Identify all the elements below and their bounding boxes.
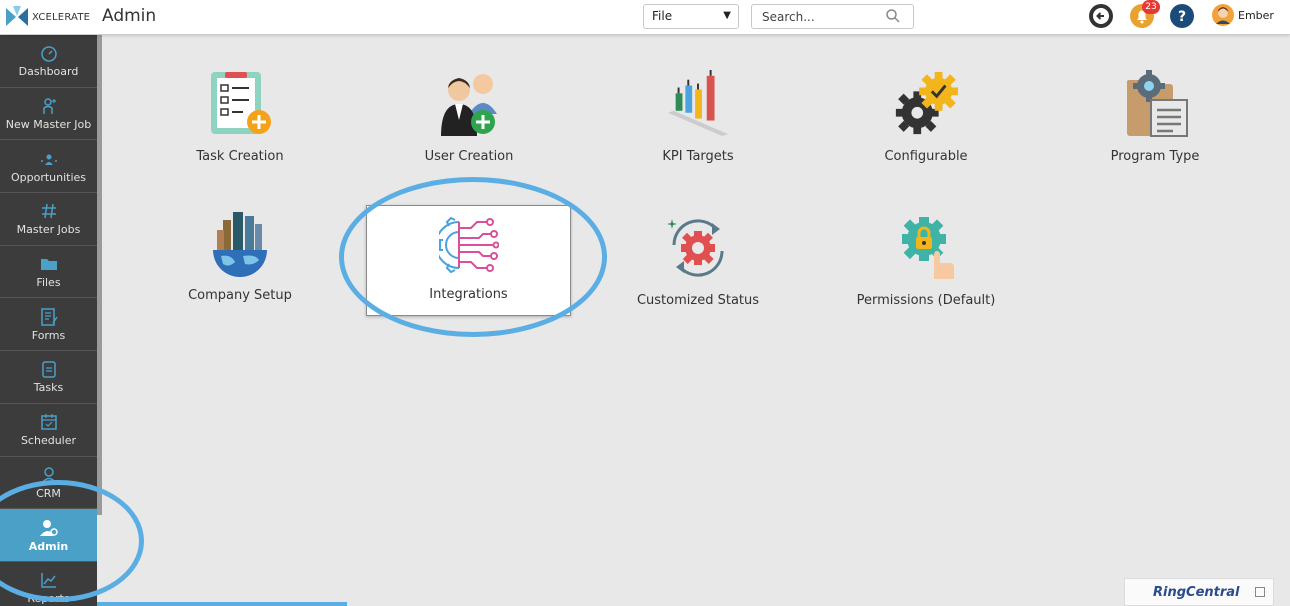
sidebar-item-label: Master Jobs <box>16 223 81 237</box>
top-bar: XCELERATE Admin File ▼ Search... 23 ? Em… <box>0 0 1290 35</box>
sidebar-item-label: Admin <box>28 539 69 553</box>
permissions-lock-gear-icon <box>902 217 954 279</box>
sidebar-item-label: Reports <box>27 592 70 606</box>
sidebar-item-label: Opportunities <box>10 170 87 184</box>
tile-label: Permissions (Default) <box>856 293 996 308</box>
svg-text:?: ? <box>1178 9 1186 25</box>
tile-configurable[interactable]: Configurable <box>821 70 1031 182</box>
sidebar-item-new-master-job[interactable]: New Master Job <box>0 88 97 141</box>
file-select[interactable]: File ▼ <box>643 4 739 29</box>
sidebar-item-label: Scheduler <box>20 434 77 448</box>
sidebar-item-admin[interactable]: Admin <box>0 509 97 562</box>
customized-status-icon <box>667 219 724 277</box>
ringcentral-brand: RingCentral <box>1153 584 1240 600</box>
minimize-icon[interactable] <box>1255 587 1265 597</box>
sidebar-item-scheduler[interactable]: Scheduler <box>0 404 97 457</box>
sidebar-item-label: Tasks <box>33 381 64 395</box>
tile-label: KPI Targets <box>662 149 734 164</box>
folder-icon <box>40 259 57 271</box>
chevron-down-icon: ▼ <box>723 10 731 21</box>
file-select-value: File <box>652 9 673 23</box>
tile-program-type[interactable]: Program Type <box>1050 70 1260 182</box>
admin-icon <box>39 519 58 536</box>
sidebar: Dashboard New Master Job Opportunities M… <box>0 35 97 606</box>
tile-label: Integrations <box>429 287 508 302</box>
user-avatar-icon <box>1212 4 1234 26</box>
sidebar-item-reports[interactable]: Reports <box>0 562 97 606</box>
new-job-person-icon <box>42 98 56 115</box>
help-icon[interactable]: ? <box>1168 2 1196 30</box>
sidebar-item-label: Dashboard <box>18 65 79 79</box>
task-creation-icon <box>211 72 271 134</box>
kpi-targets-icon <box>667 70 729 137</box>
opportunities-icon <box>40 154 57 165</box>
sidebar-item-dashboard[interactable]: Dashboard <box>0 35 97 88</box>
tile-label: Program Type <box>1110 149 1200 164</box>
sidebar-item-label: Files <box>36 276 61 290</box>
user-name: Ember <box>1238 8 1274 22</box>
page-title: Admin <box>102 6 157 26</box>
program-type-icon <box>1127 70 1188 137</box>
admin-tile-grid: Task Creation User Creation KPI Targets … <box>102 36 1290 606</box>
tile-label: Configurable <box>884 149 968 164</box>
bottom-progress-strip <box>97 602 347 606</box>
configurable-gears-icon <box>895 71 959 135</box>
user-creation-icon <box>441 74 497 136</box>
ringcentral-widget[interactable]: RingCentral <box>1124 578 1274 606</box>
tile-label: Task Creation <box>196 149 284 164</box>
search-input[interactable]: Search... <box>751 4 914 29</box>
tile-company-setup[interactable]: Company Setup <box>135 209 345 321</box>
tile-label: User Creation <box>424 149 514 164</box>
sidebar-item-files[interactable]: Files <box>0 246 97 299</box>
sidebar-item-label: Forms <box>31 328 66 342</box>
hashtag-icon <box>41 204 56 219</box>
form-icon <box>40 308 58 326</box>
sidebar-item-tasks[interactable]: Tasks <box>0 351 97 404</box>
crm-icon <box>40 467 57 484</box>
tile-kpi-targets[interactable]: KPI Targets <box>593 70 803 182</box>
sidebar-item-opportunities[interactable]: Opportunities <box>0 140 97 194</box>
tile-permissions-default[interactable]: Permissions (Default) <box>821 214 1031 326</box>
app-logo[interactable]: XCELERATE <box>4 4 90 30</box>
search-icon[interactable] <box>885 8 901 24</box>
xcelerate-logo-icon <box>6 6 28 26</box>
sidebar-item-forms[interactable]: Forms <box>0 298 97 352</box>
sidebar-item-crm[interactable]: CRM <box>0 457 97 510</box>
user-menu[interactable]: Ember <box>1212 4 1274 26</box>
calendar-icon <box>40 414 57 430</box>
tile-task-creation[interactable]: Task Creation <box>135 70 345 182</box>
reports-chart-icon <box>40 573 56 588</box>
tile-integrations[interactable]: Integrations <box>366 205 571 316</box>
sidebar-item-label: New Master Job <box>5 118 92 132</box>
tile-label: Customized Status <box>636 293 760 308</box>
notification-count-badge: 23 <box>1142 0 1160 14</box>
sidebar-item-master-jobs[interactable]: Master Jobs <box>0 193 97 246</box>
search-placeholder: Search... <box>762 10 815 24</box>
tile-label: Company Setup <box>188 288 292 303</box>
dashboard-gauge-icon <box>40 46 57 63</box>
task-icon <box>41 361 56 379</box>
logo-text: XCELERATE <box>32 11 91 23</box>
sidebar-item-label: CRM <box>36 486 61 500</box>
company-setup-globe-icon <box>213 212 267 277</box>
tile-user-creation[interactable]: User Creation <box>364 70 574 182</box>
back-arrow-icon[interactable] <box>1087 2 1115 30</box>
tile-customized-status[interactable]: Customized Status <box>593 214 803 326</box>
integrations-icon <box>438 216 499 274</box>
